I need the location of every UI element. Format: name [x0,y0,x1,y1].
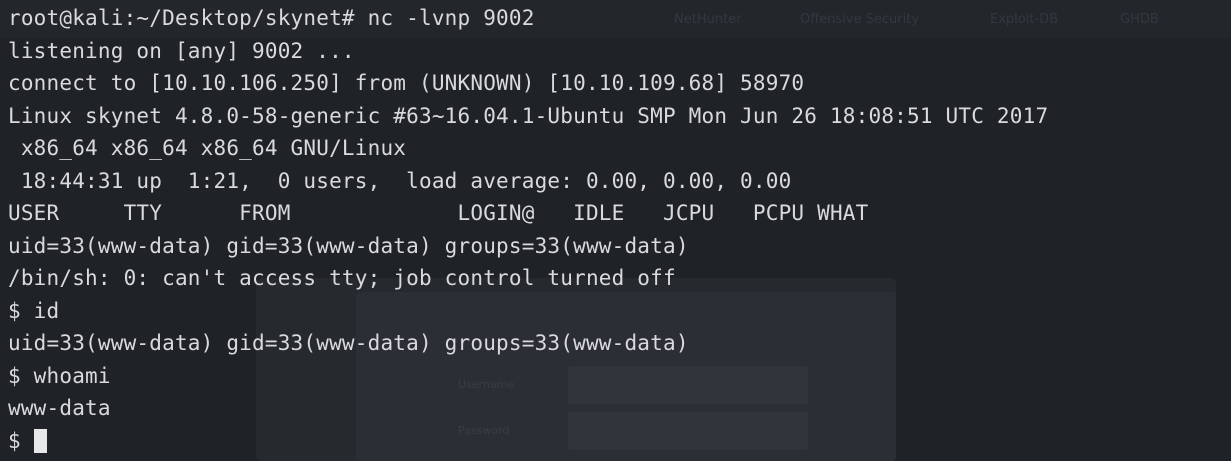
terminal-line: www-data [8,396,111,420]
terminal-window[interactable]: root@kali:~/Desktop/skynet# nc -lvnp 900… [0,0,1231,461]
terminal-line: /bin/sh: 0: can't access tty; job contro… [8,266,676,290]
terminal-line: connect to [10.10.106.250] from (UNKNOWN… [8,71,805,95]
terminal-line: listening on [any] 9002 ... [8,38,355,63]
terminal-cursor [33,428,47,453]
terminal-line: x86_64 x86_64 x86_64 GNU/Linux [8,136,407,160]
terminal-line: uid=33(www-data) gid=33(www-data) groups… [8,331,689,355]
terminal-prompt-line[interactable]: $ [8,425,1231,458]
terminal-line: 18:44:31 up 1:21, 0 users, load average:… [8,168,792,193]
terminal-line: uid=33(www-data) gid=33(www-data) groups… [8,233,689,258]
terminal-line: $ id [8,298,60,323]
terminal-line: root@kali:~/Desktop/skynet# nc -lvnp 900… [8,6,535,30]
shell-prompt: $ [8,428,34,453]
terminal-line: Linux skynet 4.8.0-58-generic #63~16.04.… [8,103,1049,128]
terminal-line: USER TTY FROM LOGIN@ IDLE JCPU PCPU WHAT [8,201,869,225]
terminal-line: $ whoami [8,363,111,388]
